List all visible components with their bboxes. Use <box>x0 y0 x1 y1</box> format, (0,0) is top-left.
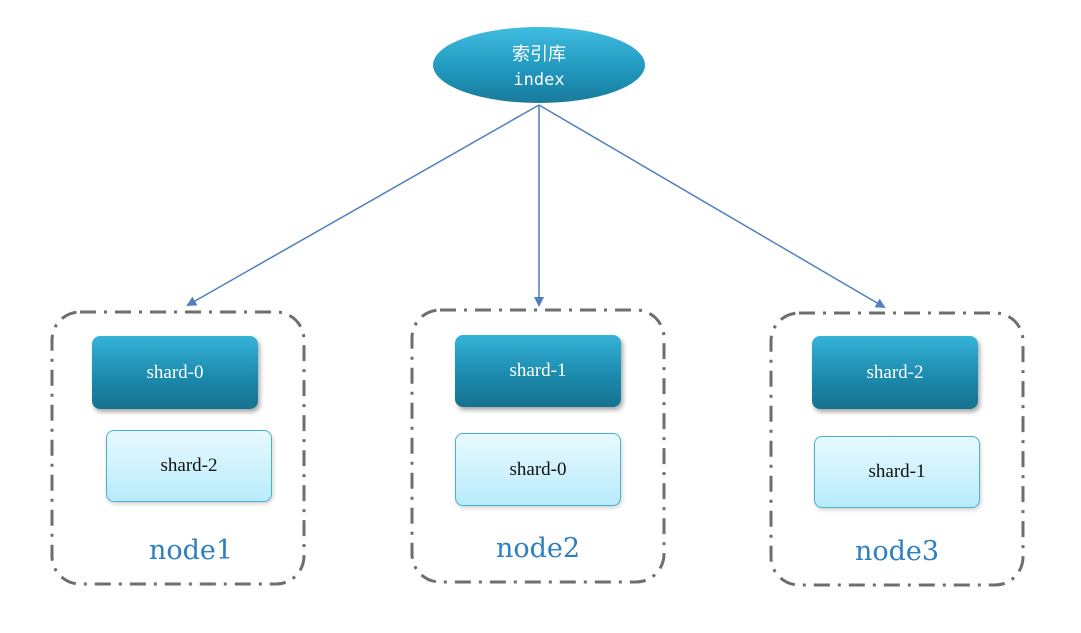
replica-shard-node3: shard-1 <box>814 436 980 508</box>
index-subtitle: index <box>513 70 565 90</box>
index-title: 索引库 <box>512 44 566 65</box>
node-label-2: node2 <box>495 533 581 564</box>
primary-shard-node2: shard-1 <box>455 335 621 407</box>
edge-index-node1 <box>186 104 540 306</box>
edge-index-node3 <box>538 104 886 309</box>
replica-shard-node2: shard-0 <box>455 433 621 506</box>
primary-shard-node3: shard-2 <box>812 336 978 409</box>
node-label-3: node3 <box>854 536 940 567</box>
primary-shard-node1: shard-0 <box>92 336 258 409</box>
replica-shard-node1: shard-2 <box>106 430 272 502</box>
node-label-1: node1 <box>148 535 234 566</box>
